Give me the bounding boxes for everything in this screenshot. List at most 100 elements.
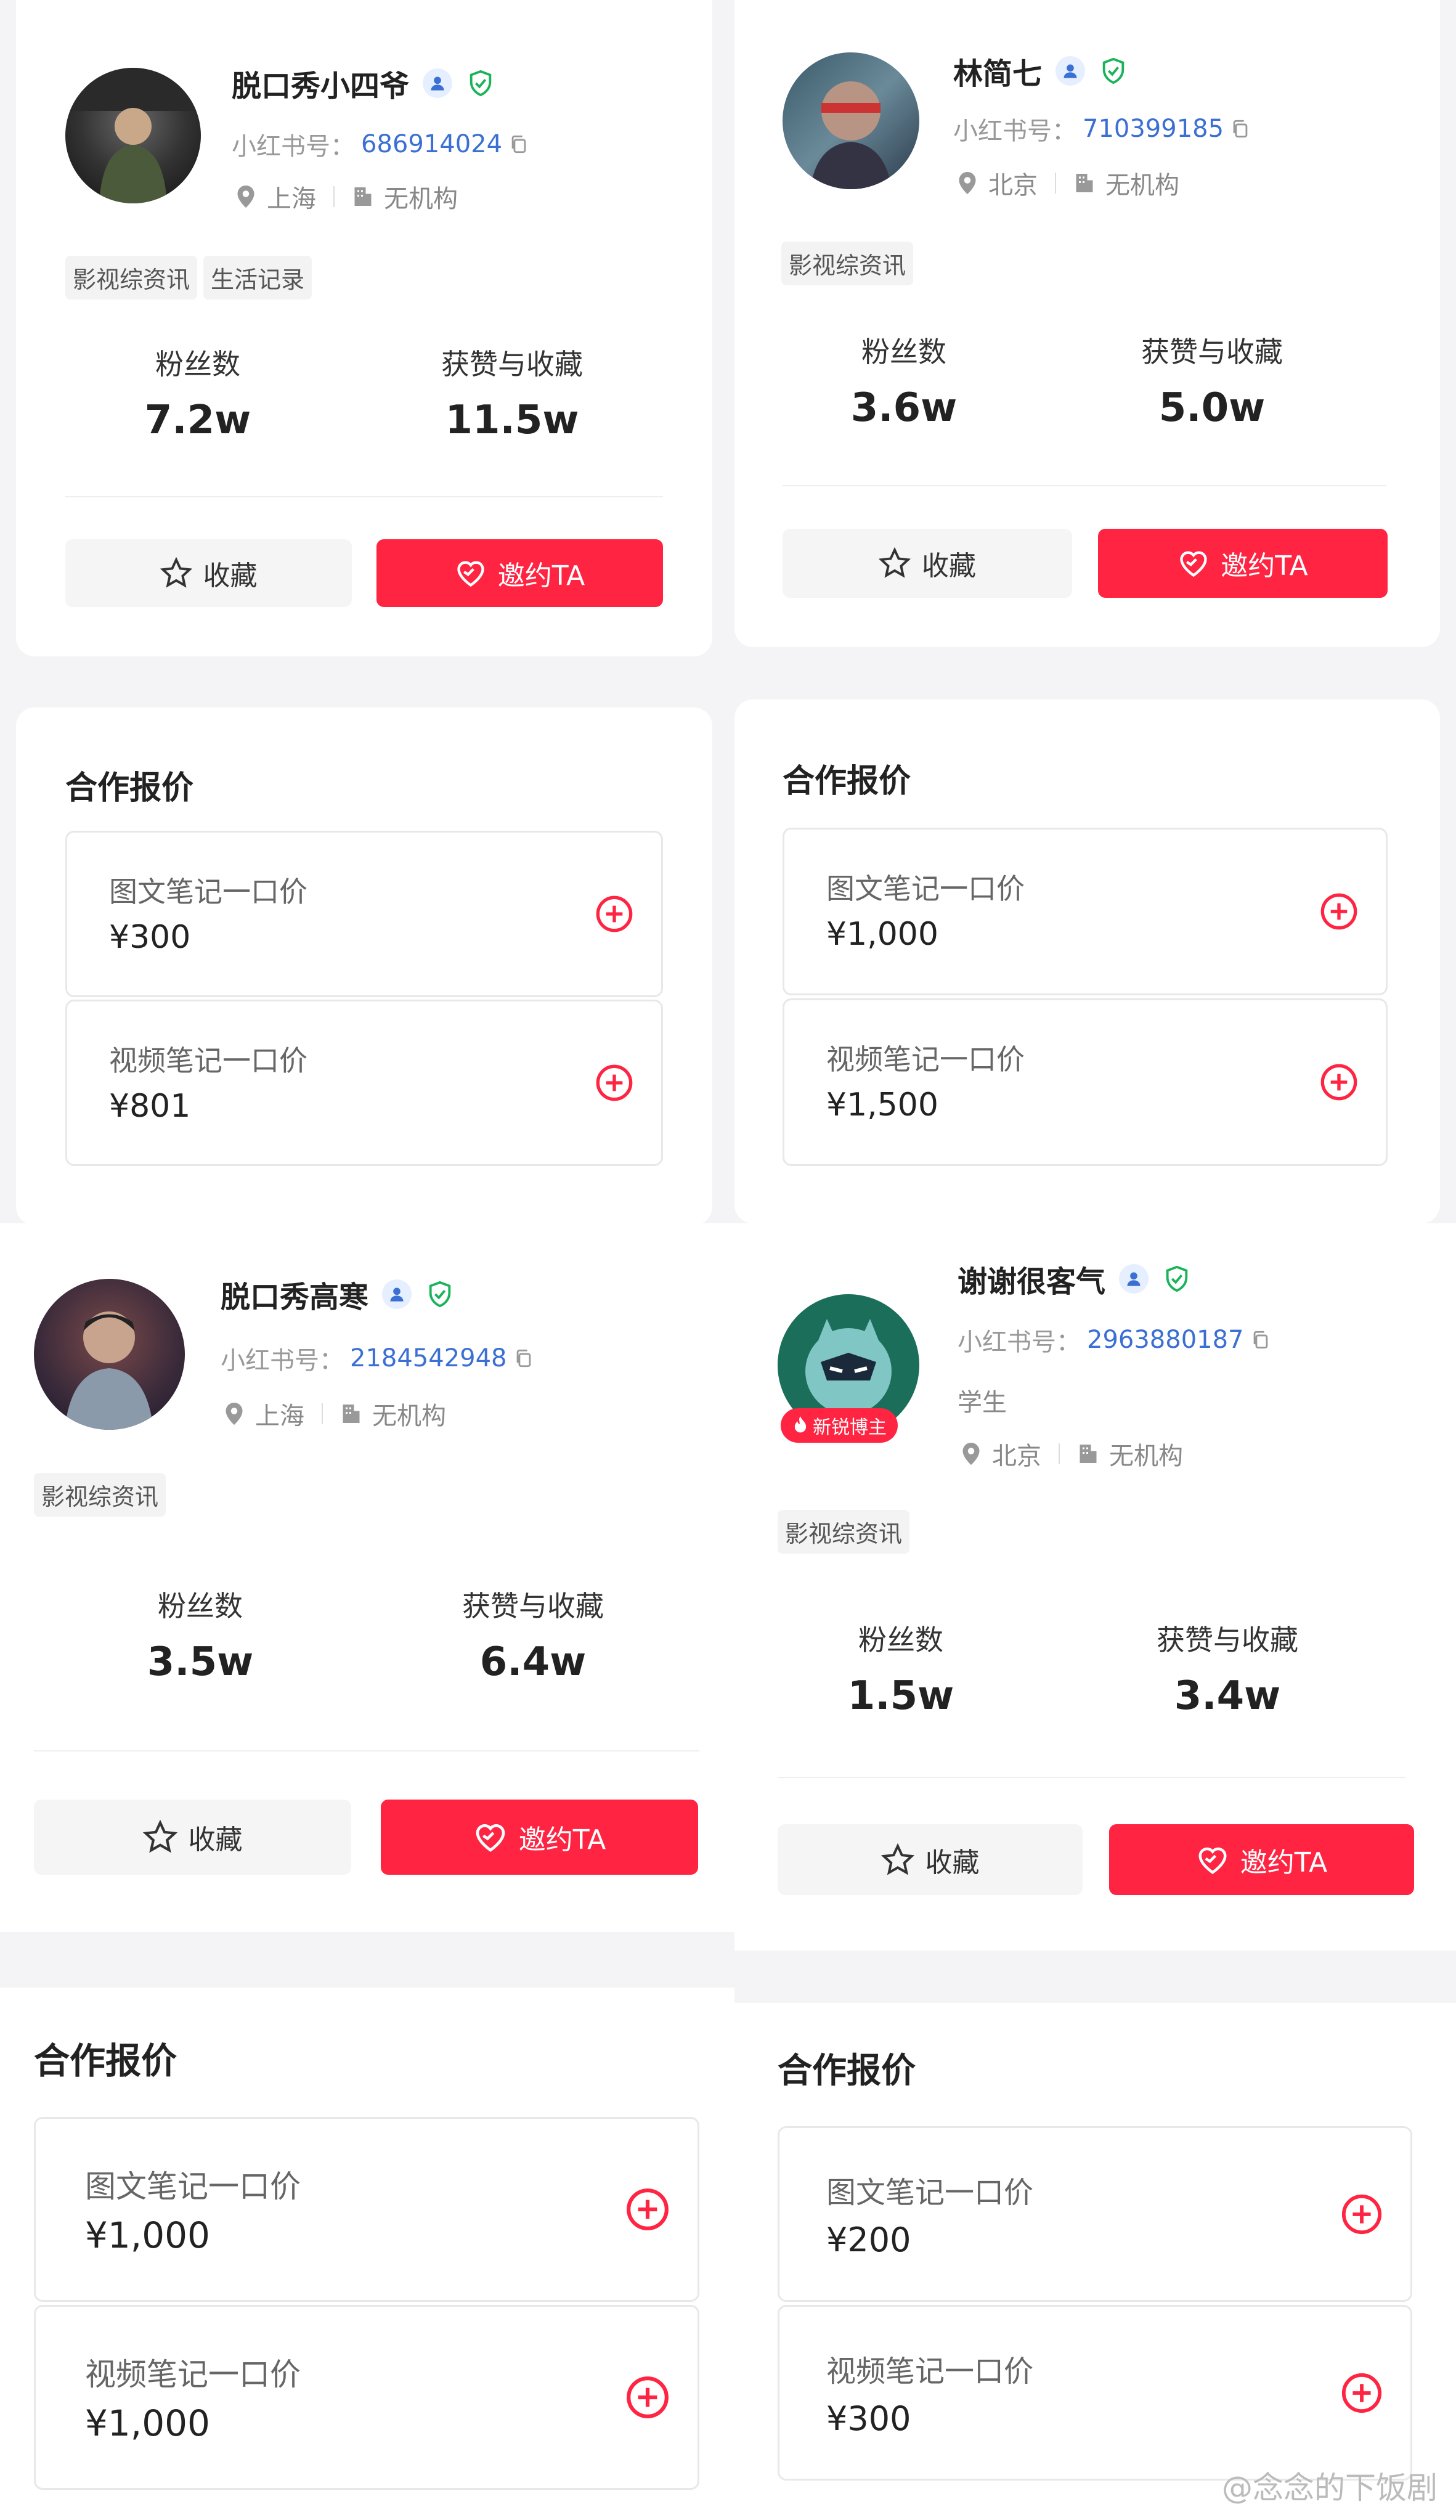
location-text: 上海 bbox=[255, 1402, 304, 1430]
image-note-price[interactable]: 图文笔记一口价 ¥1,000 bbox=[783, 828, 1388, 995]
user-name: 脱口秀小四爷 bbox=[232, 69, 410, 104]
fans-stat: 粉丝数 1.5w bbox=[818, 1618, 984, 1719]
pricing-title: 合作报价 bbox=[34, 2040, 177, 2082]
user-id: 2184542948 bbox=[350, 1344, 507, 1372]
invite-button[interactable]: 邀约TA bbox=[1109, 1824, 1414, 1895]
favorite-button[interactable]: 收藏 bbox=[65, 539, 352, 607]
invite-label: 邀约TA bbox=[497, 560, 585, 592]
org-text: 无机构 bbox=[384, 185, 458, 213]
plus-circle-icon[interactable] bbox=[595, 894, 634, 934]
location-text: 北京 bbox=[988, 171, 1038, 200]
profile-panel-2: 林简七 小红书号： 710399185 北京 无机构 影视综资讯 粉丝数 3.6… bbox=[734, 0, 1456, 1223]
id-label: 小红书号： bbox=[221, 1347, 344, 1375]
pricing-card: 合作报价 图文笔记一口价 ¥200 视频笔记一口价 ¥300 bbox=[734, 2003, 1456, 2520]
user-id: 686914024 bbox=[361, 130, 503, 158]
building-icon bbox=[1076, 174, 1093, 192]
location-icon bbox=[226, 1403, 243, 1425]
fans-stat: 粉丝数 7.2w bbox=[115, 342, 281, 443]
video-note-price[interactable]: 视频笔记一口价 ¥1,000 bbox=[34, 2305, 699, 2490]
user-id: 2963880187 bbox=[1087, 1326, 1244, 1354]
tag: 生活记录 bbox=[203, 256, 312, 300]
plus-circle-icon[interactable] bbox=[1319, 1062, 1359, 1102]
flame-icon bbox=[794, 1416, 807, 1433]
likes-value: 3.4w bbox=[1174, 1673, 1281, 1719]
video-note-price[interactable]: 视频笔记一口价 ¥801 bbox=[65, 1000, 663, 1166]
location-icon bbox=[962, 1443, 980, 1465]
fans-value: 3.6w bbox=[850, 385, 958, 431]
plus-circle-icon[interactable] bbox=[1340, 2371, 1383, 2415]
copy-icon[interactable] bbox=[513, 1348, 534, 1369]
invite-button[interactable]: 邀约TA bbox=[1098, 529, 1388, 598]
star-icon bbox=[879, 547, 911, 578]
verified-icon bbox=[1099, 56, 1128, 86]
price-label: 视频笔记一口价 bbox=[826, 2354, 1034, 2389]
price-value: ¥801 bbox=[109, 1088, 191, 1125]
divider bbox=[34, 1750, 699, 1751]
price-label: 视频笔记一口价 bbox=[85, 2357, 301, 2392]
likes-label: 获赞与收藏 bbox=[1157, 1623, 1298, 1657]
user-role: 学生 bbox=[958, 1388, 1007, 1417]
likes-value: 11.5w bbox=[445, 398, 579, 443]
plus-circle-icon[interactable] bbox=[625, 2375, 670, 2420]
pricing-title: 合作报价 bbox=[65, 770, 194, 807]
pricing-title: 合作报价 bbox=[778, 2051, 916, 2091]
favorite-button[interactable]: 收藏 bbox=[783, 529, 1072, 598]
invite-button[interactable]: 邀约TA bbox=[376, 539, 663, 607]
price-label: 图文笔记一口价 bbox=[109, 875, 307, 908]
pricing-card: 合作报价 图文笔记一口价 ¥1,000 视频笔记一口价 ¥1,500 bbox=[734, 699, 1440, 1223]
user-name: 谢谢很客气 bbox=[958, 1265, 1106, 1299]
plus-circle-icon[interactable] bbox=[625, 2187, 670, 2232]
price-label: 图文笔记一口价 bbox=[826, 2175, 1034, 2210]
price-value: ¥1,500 bbox=[826, 1087, 938, 1123]
fans-label: 粉丝数 bbox=[155, 348, 240, 381]
user-name: 脱口秀高寒 bbox=[221, 1280, 369, 1315]
tag: 影视综资讯 bbox=[34, 1473, 166, 1517]
copy-icon[interactable] bbox=[508, 134, 529, 155]
image-note-price[interactable]: 图文笔记一口价 ¥300 bbox=[65, 831, 663, 997]
plus-circle-icon[interactable] bbox=[1319, 892, 1359, 931]
avatar[interactable] bbox=[65, 68, 201, 203]
favorite-label: 收藏 bbox=[922, 550, 976, 582]
favorite-button[interactable]: 收藏 bbox=[778, 1824, 1083, 1895]
profile-card: 新锐博主 谢谢很客气 小红书号： 2963880187 学生 北京 无机构 影视… bbox=[734, 1223, 1456, 1951]
likes-label: 获赞与收藏 bbox=[462, 1589, 604, 1623]
video-note-price[interactable]: 视频笔记一口价 ¥1,500 bbox=[783, 998, 1388, 1166]
video-note-price[interactable]: 视频笔记一口价 ¥300 bbox=[778, 2305, 1412, 2481]
fans-stat: 粉丝数 3.5w bbox=[117, 1584, 283, 1685]
pricing-card: 合作报价 图文笔记一口价 ¥300 视频笔记一口价 ¥801 bbox=[16, 707, 712, 1225]
fans-label: 粉丝数 bbox=[858, 1623, 943, 1657]
avatar[interactable] bbox=[34, 1279, 185, 1430]
likes-stat: 获赞与收藏 6.4w bbox=[431, 1584, 635, 1685]
verified-icon bbox=[1162, 1264, 1192, 1294]
profile-panel-1: 脱口秀小四爷 小红书号： 686914024 上海 无机构 影视综资讯 生活记录… bbox=[0, 0, 733, 1225]
plus-circle-icon[interactable] bbox=[1340, 2193, 1383, 2236]
building-icon bbox=[354, 187, 372, 206]
heart-handshake-icon bbox=[476, 1824, 505, 1852]
hot-badge-label: 新锐博主 bbox=[813, 1417, 887, 1438]
fans-value: 7.2w bbox=[144, 398, 251, 443]
favorite-label: 收藏 bbox=[188, 1824, 243, 1856]
copy-icon[interactable] bbox=[1230, 118, 1251, 139]
person-icon bbox=[1055, 56, 1086, 86]
price-value: ¥1,000 bbox=[826, 916, 938, 953]
star-icon bbox=[160, 557, 192, 588]
price-label: 视频笔记一口价 bbox=[109, 1044, 307, 1077]
org-text: 无机构 bbox=[372, 1402, 446, 1430]
plus-circle-icon[interactable] bbox=[595, 1063, 634, 1103]
fans-label: 粉丝数 bbox=[158, 1589, 243, 1623]
avatar[interactable] bbox=[783, 52, 919, 189]
favorite-button[interactable]: 收藏 bbox=[34, 1800, 351, 1875]
building-icon bbox=[343, 1405, 360, 1423]
profile-card: 脱口秀小四爷 小红书号： 686914024 上海 无机构 影视综资讯 生活记录… bbox=[16, 0, 712, 656]
location-text: 上海 bbox=[267, 185, 316, 213]
pricing-title: 合作报价 bbox=[783, 763, 911, 800]
image-note-price[interactable]: 图文笔记一口价 ¥1,000 bbox=[34, 2117, 699, 2302]
separator bbox=[322, 1403, 323, 1424]
fans-stat: 粉丝数 3.6w bbox=[821, 330, 987, 431]
copy-icon[interactable] bbox=[1250, 1329, 1271, 1350]
favorite-label: 收藏 bbox=[203, 560, 258, 592]
favorite-label: 收藏 bbox=[925, 1846, 980, 1878]
invite-button[interactable]: 邀约TA bbox=[381, 1800, 698, 1875]
image-note-price[interactable]: 图文笔记一口价 ¥200 bbox=[778, 2126, 1412, 2302]
price-label: 图文笔记一口价 bbox=[826, 872, 1025, 905]
